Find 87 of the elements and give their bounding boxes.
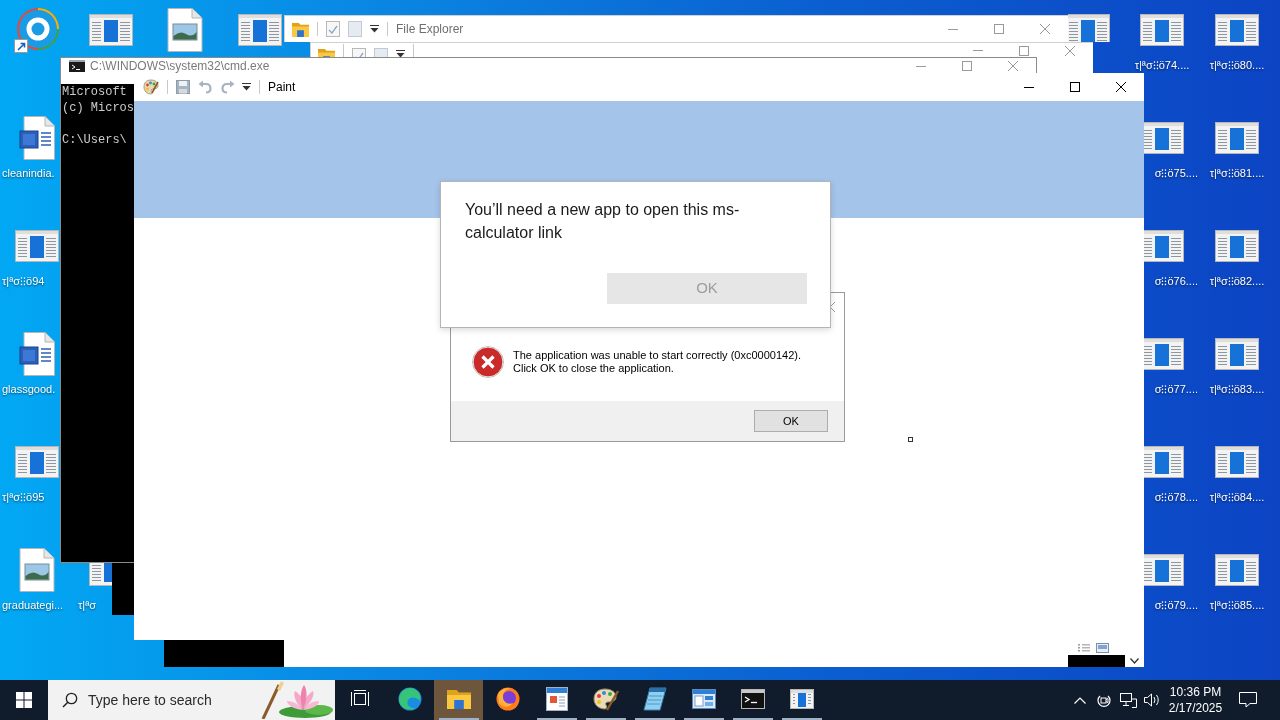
minimize-icon	[916, 65, 926, 67]
desktop-icon-label: τ|ªσ⁝⁝ö74....	[1134, 58, 1190, 72]
minimize-icon	[948, 28, 958, 30]
search-icon	[62, 692, 78, 708]
properties-icon[interactable]	[326, 21, 340, 37]
desktop-icon-label: τ|ªσ	[77, 598, 97, 612]
app-window-icon[interactable]	[1140, 14, 1184, 46]
palette-icon[interactable]	[143, 79, 159, 95]
app-window-icon	[691, 689, 716, 709]
window-icon	[789, 689, 814, 709]
notepad-icon	[642, 687, 667, 711]
desktop-icon-label: τ|ªσ⁝⁝ö95	[1, 490, 45, 504]
folder-icon	[446, 689, 471, 709]
ok-button[interactable]: OK	[754, 410, 828, 432]
window-title: File Explorer	[396, 21, 464, 38]
app-window-icon[interactable]	[89, 14, 133, 46]
app-window-icon[interactable]	[1068, 14, 1110, 42]
word-document-icon[interactable]	[19, 116, 55, 160]
windows-logo-icon	[16, 692, 32, 708]
app-window-icon[interactable]	[238, 14, 282, 46]
desktop-icon-label: τ|ªσ⁝⁝ö83....	[1209, 382, 1265, 396]
app-window-icon[interactable]	[1215, 446, 1259, 478]
console-output-line: Microsoft	[62, 84, 127, 100]
error-message: The application was unable to start correctly (0xc0000142). Click OK to close the application.	[513, 349, 801, 375]
customize-dropdown-icon[interactable]	[242, 83, 251, 91]
fox-browser-icon	[495, 687, 520, 711]
app-window-icon[interactable]	[1215, 554, 1259, 586]
clock-date: 2/17/2025	[1168, 700, 1223, 716]
desktop-icon-label: σ⁝⁝ö77....	[1154, 382, 1199, 396]
chevron-down-icon[interactable]	[1130, 658, 1139, 664]
save-icon[interactable]	[176, 80, 190, 94]
desktop-icon-label: τ|ªσ⁝⁝ö81....	[1209, 166, 1265, 180]
swirl-browser-icon	[397, 687, 422, 711]
desktop-icon-label: graduategi...	[1, 598, 64, 612]
maximize-icon	[962, 61, 972, 71]
app-window-icon[interactable]	[1215, 14, 1259, 46]
network-icon	[1119, 692, 1137, 708]
desktop-icon-label: glassgood.	[1, 382, 56, 396]
desktop-icon-label: τ|ªσ⁝⁝ö80....	[1209, 58, 1265, 72]
app-window-icon[interactable]	[1215, 122, 1259, 154]
customize-dropdown-icon[interactable]	[396, 50, 405, 58]
speaker-icon	[1144, 693, 1160, 707]
desktop-icon-label: τ|ªσ⁝⁝ö82....	[1209, 274, 1265, 288]
desktop-icon-label: σ⁝⁝ö78....	[1154, 490, 1199, 504]
window-title: C:\WINDOWS\system32\cmd.exe	[90, 58, 270, 74]
clock-time: 10:36 PM	[1169, 684, 1222, 700]
desktop-icon-label: σ⁝⁝ö79....	[1154, 598, 1199, 612]
customize-dropdown-icon[interactable]	[370, 25, 379, 33]
desktop-icon-label: σ⁝⁝ö75....	[1154, 166, 1199, 180]
list-view-icon[interactable]	[1078, 642, 1090, 653]
terminal-icon	[740, 689, 765, 709]
image-view-icon[interactable]	[1096, 642, 1109, 653]
desktop-icon-label: τ|ªσ⁝⁝ö94	[1, 274, 45, 288]
desktop-icon-label: σ⁝⁝ö76....	[1154, 274, 1199, 288]
clock[interactable]: 10:36 PM 2/17/2025	[1164, 680, 1227, 720]
maximize-icon	[1070, 82, 1080, 92]
desktop-icon-label: cleanindia.	[1, 166, 55, 180]
console-output-line: (c) Micros	[62, 100, 134, 116]
window-title: Paint	[268, 79, 296, 96]
desktop-icon-label: τ|ªσ⁝⁝ö84....	[1209, 490, 1265, 504]
image-file-icon[interactable]	[19, 548, 55, 592]
app-window-icon[interactable]	[15, 446, 59, 478]
status-strip	[1068, 655, 1125, 667]
minimize-icon	[1024, 86, 1034, 88]
search-box[interactable]: Type here to search	[48, 680, 335, 720]
app-window-icon[interactable]	[89, 563, 112, 586]
app-window-icon[interactable]	[1215, 338, 1259, 370]
round-app-icon[interactable]	[14, 7, 60, 53]
dialog-message: You’ll need a new app to open this ms-calculator link	[465, 200, 741, 243]
speech-bubble-icon	[1239, 692, 1257, 708]
maximize-icon	[994, 24, 1004, 34]
resize-handle-icon[interactable]	[908, 437, 913, 442]
app-window-icon[interactable]	[15, 230, 59, 262]
maximize-icon	[1019, 45, 1029, 56]
chevron-up-icon	[1074, 696, 1086, 704]
app-window-icon[interactable]	[1215, 230, 1259, 262]
image-file-icon[interactable]	[167, 8, 203, 52]
search-field[interactable]: Type here to search	[88, 688, 248, 712]
task-view-icon	[350, 690, 370, 708]
palette-icon	[592, 687, 619, 711]
document-icon	[545, 687, 568, 711]
folder-icon[interactable]	[292, 21, 309, 37]
error-icon	[472, 346, 504, 378]
console-output-line: C:\Users\	[62, 132, 127, 148]
word-document-icon[interactable]	[19, 332, 55, 376]
minimize-icon	[973, 50, 983, 51]
desktop-icon-label: τ|ªσ⁝⁝ö85....	[1209, 598, 1265, 612]
